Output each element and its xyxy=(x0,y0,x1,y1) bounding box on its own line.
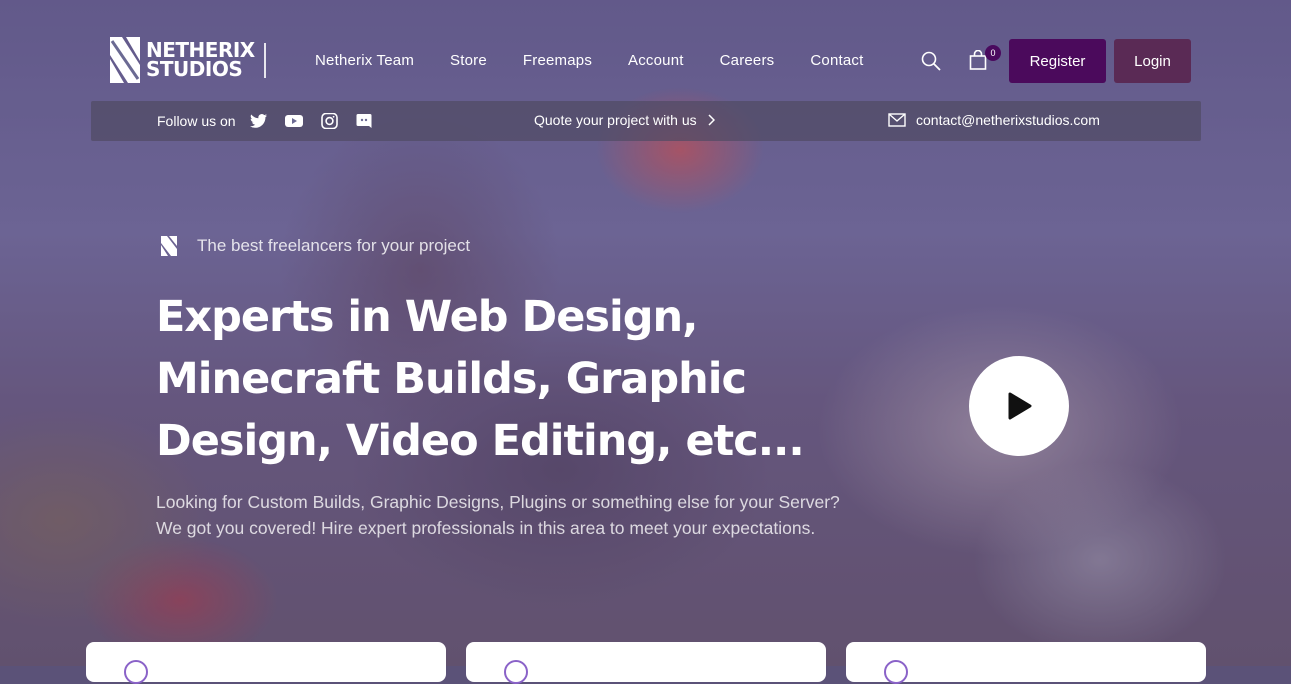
feature-card-icon xyxy=(884,660,908,684)
info-bar: Follow us on Quote your project with us … xyxy=(91,101,1201,141)
twitter-icon[interactable] xyxy=(249,113,268,129)
contact-email-link[interactable]: contact@netherixstudios.com xyxy=(888,112,1100,128)
quote-project-link[interactable]: Quote your project with us xyxy=(534,112,715,128)
feature-card-icon xyxy=(504,660,528,684)
logo-divider xyxy=(264,43,266,78)
follow-us: Follow us on xyxy=(157,112,390,130)
hero-tagline: The best freelancers for your project xyxy=(160,235,470,257)
mail-icon xyxy=(888,113,906,127)
main-nav: Netherix Team Store Freemaps Account Car… xyxy=(315,52,899,69)
search-icon[interactable] xyxy=(921,51,941,71)
brand-line-2: STUDIOS xyxy=(146,57,243,81)
cart-count-badge: 0 xyxy=(985,45,1001,61)
nav-item-freemaps[interactable]: Freemaps xyxy=(523,52,592,69)
contact-email: contact@netherixstudios.com xyxy=(916,112,1100,128)
nav-item-contact[interactable]: Contact xyxy=(810,52,863,69)
nav-item-store[interactable]: Store xyxy=(450,52,487,69)
register-button[interactable]: Register xyxy=(1009,39,1106,83)
netherix-small-logo-icon xyxy=(161,236,177,256)
nav-item-careers[interactable]: Careers xyxy=(720,52,775,69)
nav-item-netherix-team[interactable]: Netherix Team xyxy=(315,52,414,69)
hero-tagline-text: The best freelancers for your project xyxy=(197,236,471,255)
discord-icon[interactable] xyxy=(355,113,373,129)
follow-label: Follow us on xyxy=(157,113,236,129)
chevron-right-icon xyxy=(708,114,715,126)
feature-card-2[interactable] xyxy=(466,642,826,684)
feature-card-3[interactable] xyxy=(846,642,1206,684)
youtube-icon[interactable] xyxy=(284,113,303,129)
play-video-button[interactable] xyxy=(969,356,1069,456)
brand-logo[interactable]: NETHERIX STUDIOS xyxy=(108,35,268,85)
quote-label: Quote your project with us xyxy=(534,112,697,128)
site-header: NETHERIX STUDIOS Netherix Team Store Fre… xyxy=(0,0,1291,100)
login-button[interactable]: Login xyxy=(1114,39,1191,83)
instagram-icon[interactable] xyxy=(320,112,338,130)
social-links xyxy=(249,112,390,130)
hero-subtext: Looking for Custom Builds, Graphic Desig… xyxy=(156,492,840,538)
nav-item-account[interactable]: Account xyxy=(628,52,684,69)
brand-wordmark: NETHERIX STUDIOS xyxy=(146,40,255,81)
netherix-logo-icon xyxy=(110,37,140,83)
hero-headline: Experts in Web Design, Minecraft Builds,… xyxy=(156,292,805,466)
feature-card-1[interactable] xyxy=(86,642,446,684)
play-icon xyxy=(1008,392,1032,420)
feature-card-icon xyxy=(124,660,148,684)
